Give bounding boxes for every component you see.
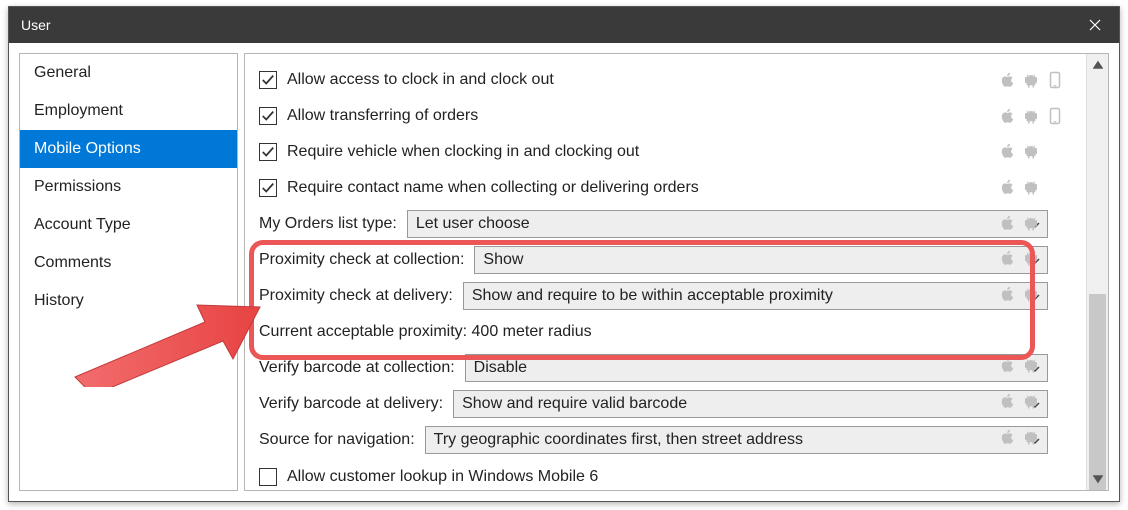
select-navigation-source[interactable]: Try geographic coordinates first, then s… [425, 426, 1048, 454]
titlebar: User [9, 7, 1119, 43]
setting-label: Source for navigation: [259, 431, 415, 449]
sidebar-item-mobile-options[interactable]: Mobile Options [20, 130, 237, 168]
setting-label: Verify barcode at collection: [259, 359, 455, 377]
acceptable-proximity-text: Current acceptable proximity: 400 meter … [259, 323, 592, 341]
select-orders-list-type[interactable]: Let user choose [407, 210, 1048, 238]
android-icon [1022, 71, 1040, 89]
platform-row [998, 133, 1076, 169]
apple-icon [998, 107, 1016, 125]
select-value: Show and require to be within acceptable… [472, 287, 833, 305]
setting-label: Proximity check at collection: [259, 251, 464, 269]
android-icon [1022, 178, 1040, 196]
sidebar[interactable]: General Employment Mobile Options Permis… [19, 53, 238, 491]
checkbox-clock-access[interactable] [259, 71, 277, 89]
select-value: Show and require valid barcode [462, 395, 687, 413]
sidebar-item-permissions[interactable]: Permissions [20, 168, 237, 206]
setting-label: Allow customer lookup in Windows Mobile … [287, 468, 598, 486]
apple-icon [998, 428, 1016, 446]
checkbox-customer-lookup[interactable] [259, 468, 277, 486]
android-icon [1022, 107, 1040, 125]
setting-row: Verify barcode at delivery: Show and req… [259, 386, 1048, 422]
setting-row: Proximity check at delivery: Show and re… [259, 278, 1048, 314]
platform-row [998, 240, 1076, 276]
platform-indicators [998, 62, 1076, 490]
select-barcode-delivery[interactable]: Show and require valid barcode [453, 390, 1048, 418]
setting-row: Verify barcode at collection: Disable [259, 350, 1048, 386]
scroll-up-arrow[interactable] [1087, 54, 1108, 76]
platform-row [998, 169, 1076, 205]
setting-label: Proximity check at delivery: [259, 287, 453, 305]
setting-row: Current acceptable proximity: 400 meter … [259, 314, 1048, 350]
checkbox-require-contact[interactable] [259, 179, 277, 197]
android-icon [1022, 356, 1040, 374]
platform-row [998, 98, 1076, 134]
platform-row [998, 383, 1076, 419]
apple-icon [998, 142, 1016, 160]
select-value: Let user choose [416, 215, 530, 233]
android-icon [1022, 214, 1040, 232]
select-proximity-delivery[interactable]: Show and require to be within acceptable… [463, 282, 1048, 310]
select-value: Show [483, 251, 523, 269]
select-value: Try geographic coordinates first, then s… [434, 431, 803, 449]
select-proximity-collection[interactable]: Show [474, 246, 1048, 274]
sidebar-item-employment[interactable]: Employment [20, 92, 237, 130]
setting-row: Allow customer lookup in Windows Mobile … [259, 458, 1048, 488]
setting-row: Source for navigation: Try geographic co… [259, 422, 1048, 458]
platform-row [998, 205, 1076, 241]
sidebar-item-history[interactable]: History [20, 282, 237, 320]
setting-label: Allow transferring of orders [287, 107, 478, 125]
checkbox-require-vehicle[interactable] [259, 143, 277, 161]
scroll-down-arrow[interactable] [1087, 468, 1108, 490]
checkbox-transferring[interactable] [259, 107, 277, 125]
setting-row: Proximity check at collection: Show [259, 242, 1048, 278]
android-icon [1022, 392, 1040, 410]
scrollbar[interactable] [1086, 54, 1108, 490]
apple-icon [998, 71, 1016, 89]
apple-icon [998, 249, 1016, 267]
close-button[interactable] [1071, 7, 1119, 43]
user-window: User General Employment Mobile Options P… [8, 6, 1120, 502]
window-title: User [21, 17, 51, 33]
apple-icon [998, 285, 1016, 303]
setting-label: My Orders list type: [259, 215, 397, 233]
content-panel: Allow access to clock in and clock out A… [244, 53, 1109, 491]
setting-label: Allow access to clock in and clock out [287, 71, 554, 89]
setting-row: Allow transferring of orders [259, 98, 1048, 134]
setting-row: Allow access to clock in and clock out [259, 62, 1048, 98]
select-barcode-collection[interactable]: Disable [465, 354, 1048, 382]
android-icon [1022, 428, 1040, 446]
setting-label: Verify barcode at delivery: [259, 395, 443, 413]
apple-icon [998, 392, 1016, 410]
setting-label: Require vehicle when clocking in and clo… [287, 143, 639, 161]
mobile-icon [1046, 107, 1064, 125]
sidebar-item-account-type[interactable]: Account Type [20, 206, 237, 244]
android-icon [1022, 249, 1040, 267]
platform-row [998, 276, 1076, 312]
apple-icon [998, 178, 1016, 196]
apple-icon [998, 214, 1016, 232]
setting-row: Require vehicle when clocking in and clo… [259, 134, 1048, 170]
platform-row [998, 312, 1076, 348]
select-value: Disable [474, 359, 527, 377]
setting-row: My Orders list type: Let user choose [259, 206, 1048, 242]
platform-row [998, 454, 1076, 490]
platform-row [998, 419, 1076, 455]
android-icon [1022, 142, 1040, 160]
window-body: General Employment Mobile Options Permis… [9, 43, 1119, 501]
apple-icon [998, 356, 1016, 374]
sidebar-item-general[interactable]: General [20, 54, 237, 92]
platform-row [998, 62, 1076, 98]
setting-row: Require contact name when collecting or … [259, 170, 1048, 206]
setting-label: Require contact name when collecting or … [287, 179, 699, 197]
scroll-thumb[interactable] [1089, 294, 1106, 491]
android-icon [1022, 285, 1040, 303]
sidebar-item-comments[interactable]: Comments [20, 244, 237, 282]
platform-row [998, 347, 1076, 383]
settings-list: Allow access to clock in and clock out A… [245, 54, 1108, 490]
mobile-icon [1046, 71, 1064, 89]
